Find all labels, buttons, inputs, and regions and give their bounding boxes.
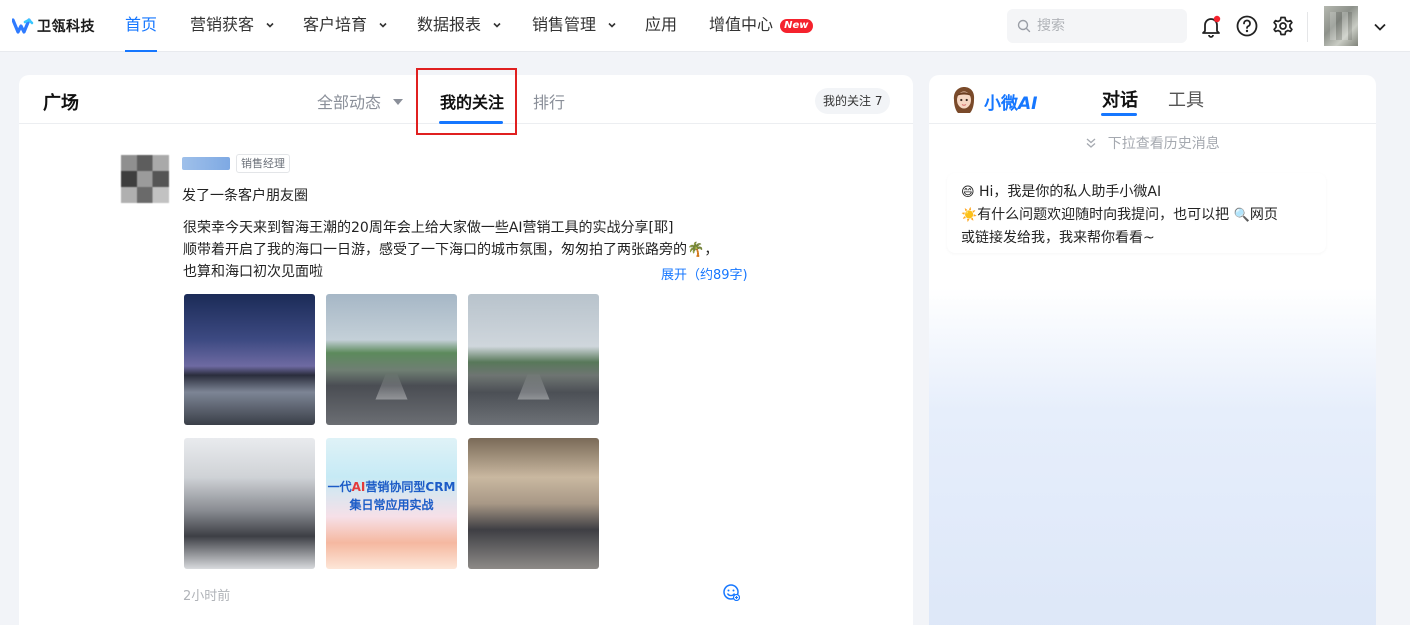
- nav-value-center[interactable]: 增值中心 New: [709, 0, 813, 52]
- search-box[interactable]: [1007, 9, 1187, 43]
- greeting-line: ☀️有什么问题欢迎随时向我提问，也可以把 🔍网页: [961, 204, 1312, 227]
- chevron-down-icon: [379, 22, 387, 28]
- chevron-down-icon: [608, 22, 616, 28]
- post-photo[interactable]: [468, 438, 599, 569]
- post-body-line: 也算和海口初次见面啦: [183, 264, 323, 280]
- nav-apps[interactable]: 应用: [645, 0, 677, 52]
- nav-nurture[interactable]: 客户培育: [303, 0, 388, 52]
- assistant-name-text: 小微: [984, 94, 1018, 114]
- nav-reports-label: 数据报表: [417, 15, 482, 34]
- nav-sales[interactable]: 销售管理: [532, 0, 617, 52]
- nav-sales-label: 销售管理: [532, 15, 597, 34]
- nav-nurture-label: 客户培育: [303, 15, 368, 34]
- smile-emoji-icon: 😄: [961, 185, 975, 200]
- plaza-panel: 广场 全部动态 我的关注 排行 我的关注 7 销售经理 发了一条客户朋友圈 很荣…: [19, 68, 913, 625]
- top-navigation-bar: 卫瓴科技 首页 营销获客 客户培育 数据报表 销售管理 应用 增值中心 New: [0, 0, 1410, 52]
- search-icon: [1017, 19, 1031, 33]
- poster-text-part: 集日常应用实战: [349, 498, 434, 512]
- post-body-line: 顺带着开启了我的海口一日游，感受了一下海口的城市氛围，匆匆拍了两张路旁的🌴，: [183, 242, 719, 258]
- greeting-line-text: 有什么问题欢迎随时向我提问，也可以把: [977, 207, 1230, 223]
- new-badge: New: [780, 19, 813, 33]
- nav-marketing-label: 营销获客: [190, 15, 255, 34]
- active-tab-indicator: [439, 121, 503, 124]
- emoji-react-icon[interactable]: [722, 583, 740, 601]
- greeting-line: 😄 Hi，我是你的私人助手小微AI: [961, 181, 1312, 204]
- assistant-panel: 小微AI 对话 工具 下拉查看历史消息 😄 Hi，我是你的私人助手小微AI ☀️…: [929, 75, 1376, 625]
- double-chevron-down-icon: [1086, 138, 1096, 148]
- post-author-role: 销售经理: [236, 154, 290, 173]
- following-count-badge[interactable]: 我的关注 7: [815, 88, 891, 114]
- help-icon[interactable]: [1235, 14, 1259, 38]
- plaza-title: 广场: [43, 93, 79, 114]
- nav-marketing[interactable]: 营销获客: [190, 0, 275, 52]
- magnifier-emoji-icon: 🔍: [1233, 208, 1250, 223]
- tab-ranking[interactable]: 排行: [533, 89, 565, 113]
- assistant-greeting-bubble: 😄 Hi，我是你的私人助手小微AI ☀️有什么问题欢迎随时向我提问，也可以把 🔍…: [947, 173, 1326, 253]
- post-author-avatar[interactable]: [121, 155, 169, 203]
- greeting-line-text: Hi，我是你的私人助手小微AI: [979, 184, 1162, 200]
- sun-emoji-icon: ☀️: [961, 208, 978, 223]
- post-photo[interactable]: [468, 294, 599, 425]
- post-action-text: 发了一条客户朋友圈: [182, 188, 308, 204]
- post-photo[interactable]: [184, 294, 315, 425]
- user-avatar[interactable]: [1324, 6, 1358, 46]
- plaza-header: 广场 全部动态 我的关注 排行 我的关注 7: [19, 68, 913, 135]
- nav-apps-label: 应用: [645, 15, 678, 34]
- history-pull-hint[interactable]: 下拉查看历史消息: [929, 133, 1376, 153]
- toolbar-divider: [1307, 12, 1308, 42]
- bell-icon[interactable]: [1199, 14, 1223, 38]
- post-body: 很荣幸今天来到智海王潮的20周年会上给大家做一些AI营销工具的实战分享[耶] 顺…: [183, 217, 743, 283]
- assistant-header: 小微AI 对话 工具: [929, 75, 1376, 124]
- brand-logo[interactable]: 卫瓴科技: [12, 15, 95, 37]
- nav-home-label: 首页: [125, 15, 158, 34]
- poster-text-part: 一代: [327, 480, 352, 494]
- expand-link[interactable]: 展开（约89字): [661, 264, 748, 283]
- post-photo[interactable]: 一代AI营销协同型CRM 集日常应用实战: [326, 438, 457, 569]
- post-photo[interactable]: [184, 438, 315, 569]
- nav-value-center-label: 增值中心: [709, 15, 774, 34]
- gear-icon[interactable]: [1271, 14, 1295, 38]
- chevron-down-icon: [266, 22, 274, 28]
- logo-icon: [12, 18, 34, 34]
- post-author-name[interactable]: [182, 157, 230, 170]
- post-timestamp: 2小时前: [183, 589, 231, 604]
- tab-all-activity-label: 全部动态: [317, 93, 382, 112]
- assistant-name: 小微AI: [984, 89, 1037, 114]
- photo-poster-text: 一代AI营销协同型CRM 集日常应用实战: [326, 478, 457, 514]
- tab-my-following[interactable]: 我的关注: [440, 89, 504, 113]
- tab-all-activity[interactable]: 全部动态: [317, 89, 404, 113]
- chevron-down-icon: [493, 22, 501, 28]
- poster-text-part: 营销协同型CRM: [365, 480, 456, 494]
- assistant-name-suffix: AI: [1018, 94, 1038, 114]
- post-body-line: 很荣幸今天来到智海王潮的20周年会上给大家做一些AI营销工具的实战分享[耶]: [183, 220, 674, 236]
- tab-chat[interactable]: 对话: [1102, 86, 1138, 112]
- search-input[interactable]: [1037, 18, 1167, 34]
- active-tab-indicator: [1101, 113, 1137, 116]
- brand-name: 卫瓴科技: [37, 19, 95, 35]
- chevron-down-icon[interactable]: [1372, 19, 1388, 35]
- caret-down-icon: [393, 99, 404, 105]
- poster-text-ai: AI: [351, 480, 366, 494]
- history-pull-text: 下拉查看历史消息: [1107, 136, 1220, 152]
- tab-tools[interactable]: 工具: [1168, 86, 1204, 112]
- greeting-line: 或链接发给我，我来帮你看看~: [961, 230, 1155, 246]
- nav-home[interactable]: 首页: [125, 0, 158, 52]
- greeting-line-text: 网页: [1249, 207, 1278, 223]
- assistant-avatar-icon: [953, 87, 975, 113]
- post-photo[interactable]: [326, 294, 457, 425]
- nav-reports[interactable]: 数据报表: [417, 0, 502, 52]
